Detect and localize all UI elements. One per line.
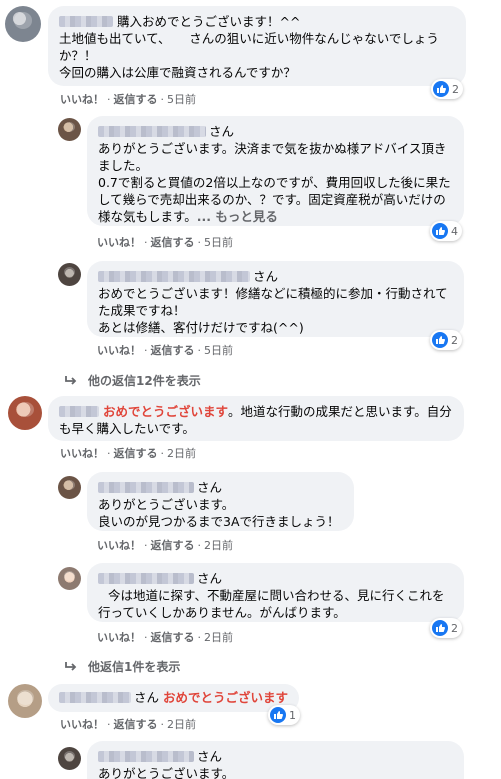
avatar[interactable] bbox=[58, 476, 81, 499]
author-name[interactable] bbox=[59, 406, 99, 417]
timestamp[interactable]: 5日前 bbox=[204, 344, 233, 357]
reply-button[interactable]: 返信する bbox=[151, 344, 195, 357]
comment-actions: いいね！ · 返信する · 2日前 bbox=[60, 447, 196, 460]
comment-actions: いいね！ · 返信する · 5日前 bbox=[97, 236, 233, 249]
comment-bubble: さん 今は地道に探す、不動産屋に問い合わせる、見に行くこれを行っていくしかありま… bbox=[87, 563, 464, 622]
comment-text: ありがとうございます。 bbox=[98, 766, 235, 779]
thumbs-up-icon bbox=[432, 223, 448, 239]
comment-text: 購入おめでとうございます！^^ 土地値も出ていて、 さんの狙いに近い物件なんじゃ… bbox=[59, 14, 439, 80]
highlighted-text: おめでとうございます bbox=[163, 690, 289, 705]
author-name[interactable] bbox=[98, 573, 194, 584]
reaction-count[interactable]: 2 bbox=[430, 330, 462, 350]
reaction-count[interactable]: 4 bbox=[430, 221, 462, 241]
timestamp[interactable]: 2日前 bbox=[204, 631, 233, 644]
comment-bubble: さん おめでとうございます！修繕などに積極的に参加・行動されてた成果ですね！ あ… bbox=[87, 261, 464, 337]
author-name[interactable] bbox=[98, 751, 194, 762]
author-name[interactable] bbox=[98, 271, 250, 282]
comment-bubble: おめでとうございます。地道な行動の成果だと思います。自分も早く購入したいです。 bbox=[48, 396, 464, 441]
author-name[interactable] bbox=[59, 16, 113, 27]
avatar[interactable] bbox=[8, 684, 42, 718]
comment-text: おめでとうございます！修繕などに積極的に参加・行動されてた成果ですね！ あとは修… bbox=[98, 286, 448, 335]
avatar[interactable] bbox=[58, 263, 81, 286]
reply-arrow-icon bbox=[65, 375, 77, 385]
comment-bubble: さん ありがとうございます。 bbox=[87, 741, 464, 779]
see-more-link[interactable]: ... もっと見る bbox=[197, 209, 278, 224]
reply-button[interactable]: 返信する bbox=[114, 93, 158, 106]
comment-actions: いいね！ · 返信する · 5日前 bbox=[60, 93, 196, 106]
view-more-replies-button[interactable]: 他返信1件を表示 bbox=[64, 658, 180, 675]
avatar[interactable] bbox=[5, 6, 41, 42]
reply-button[interactable]: 返信する bbox=[151, 631, 195, 644]
comment-bubble: さん ありがとうございます。 良いのが見つかるまで3Aで行きましょう！ bbox=[87, 472, 354, 531]
thumbs-up-icon bbox=[270, 707, 286, 723]
author-name[interactable] bbox=[98, 482, 194, 493]
like-button[interactable]: いいね！ bbox=[60, 447, 104, 460]
reply-button[interactable]: 返信する bbox=[151, 236, 195, 249]
avatar[interactable] bbox=[8, 396, 42, 430]
comment-actions: いいね！ · 返信する · 2日前 bbox=[60, 718, 196, 731]
thumbs-up-icon bbox=[432, 332, 448, 348]
comment-bubble: 購入おめでとうございます！^^ 土地値も出ていて、 さんの狙いに近い物件なんじゃ… bbox=[48, 6, 466, 86]
highlighted-text: おめでとうございます bbox=[102, 404, 228, 419]
author-name[interactable] bbox=[59, 692, 131, 703]
comment-text: ありがとうございます。 良いのが見つかるまで3Aで行きましょう！ bbox=[98, 497, 340, 529]
reply-arrow-icon bbox=[65, 661, 77, 671]
like-button[interactable]: いいね！ bbox=[97, 631, 141, 644]
thumbs-up-icon bbox=[432, 620, 448, 636]
comment-bubble: さん おめでとうございます bbox=[48, 684, 299, 712]
like-button[interactable]: いいね！ bbox=[97, 236, 141, 249]
comment-actions: いいね！ · 返信する · 5日前 bbox=[97, 344, 233, 357]
reply-button[interactable]: 返信する bbox=[114, 447, 158, 460]
comment-actions: いいね！ · 返信する · 2日前 bbox=[97, 539, 233, 552]
reply-button[interactable]: 返信する bbox=[114, 718, 158, 731]
reaction-count[interactable]: 2 bbox=[431, 79, 463, 99]
comment-actions: いいね！ · 返信する · 2日前 bbox=[97, 631, 233, 644]
avatar[interactable] bbox=[58, 567, 81, 590]
author-name[interactable] bbox=[98, 126, 206, 137]
comment-text: 今は地道に探す、不動産屋に問い合わせる、見に行くこれを行っていくしかありません。… bbox=[98, 588, 445, 620]
avatar[interactable] bbox=[58, 118, 81, 141]
timestamp[interactable]: 2日前 bbox=[167, 718, 196, 731]
timestamp[interactable]: 2日前 bbox=[204, 539, 233, 552]
timestamp[interactable]: 2日前 bbox=[167, 447, 196, 460]
like-button[interactable]: いいね！ bbox=[60, 718, 104, 731]
reply-button[interactable]: 返信する bbox=[151, 539, 195, 552]
reaction-count[interactable]: 1 bbox=[268, 705, 300, 725]
reaction-count[interactable]: 2 bbox=[430, 618, 462, 638]
timestamp[interactable]: 5日前 bbox=[204, 236, 233, 249]
thumbs-up-icon bbox=[433, 81, 449, 97]
like-button[interactable]: いいね！ bbox=[97, 539, 141, 552]
like-button[interactable]: いいね！ bbox=[60, 93, 104, 106]
comment-bubble: さん ありがとうございます。決済まで気を抜かぬ様アドバイス頂きました。 0.7で… bbox=[87, 116, 464, 226]
like-button[interactable]: いいね！ bbox=[97, 344, 141, 357]
avatar[interactable] bbox=[58, 747, 81, 770]
timestamp[interactable]: 5日前 bbox=[167, 93, 196, 106]
view-more-replies-button[interactable]: 他の返信12件を表示 bbox=[64, 372, 201, 389]
